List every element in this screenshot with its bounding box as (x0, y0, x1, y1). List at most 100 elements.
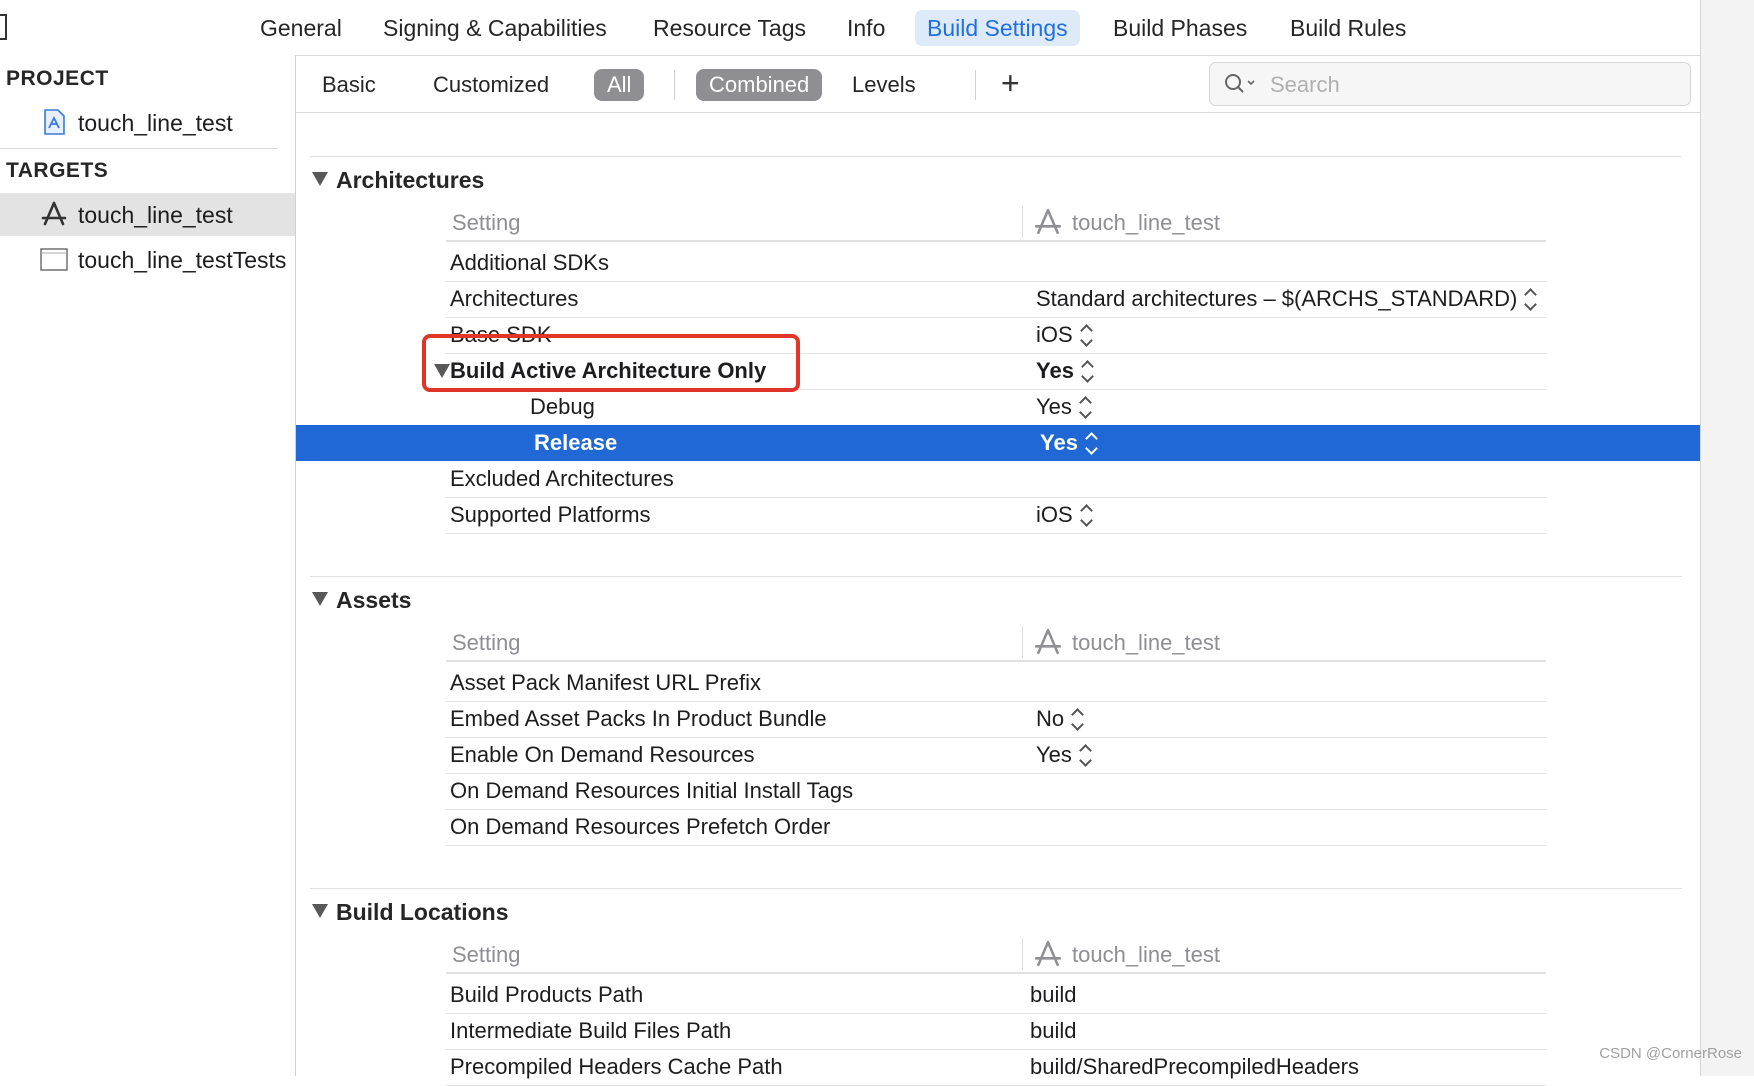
popup-stepper-icon (1525, 289, 1537, 311)
sidebar-divider (0, 148, 278, 149)
sidebar-item-target-app[interactable]: touch_line_test (0, 193, 295, 236)
setting-name: Embed Asset Packs In Product Bundle (450, 706, 827, 731)
search-icon (1225, 74, 1255, 93)
setting-name: Intermediate Build Files Path (450, 1018, 732, 1043)
column-header-row: Setting touch_line_test (446, 936, 1546, 974)
search-field[interactable]: Search (1209, 62, 1691, 106)
setting-value-popup[interactable]: Yes (1036, 742, 1092, 768)
setting-name: Build Products Path (450, 982, 644, 1007)
sidebar-item-project[interactable]: touch_line_test (0, 101, 295, 144)
column-header-setting: Setting (452, 630, 521, 655)
filter-basic[interactable]: Basic (309, 69, 389, 101)
setting-value-popup[interactable]: Yes (1040, 430, 1098, 456)
tab-build-rules[interactable]: Build Rules (1278, 10, 1418, 46)
targets-header: TARGETS (6, 159, 109, 182)
section-title-assets: Assets (336, 587, 412, 613)
settings-filter-bar: Basic Customized All Combined Levels + S… (296, 55, 1700, 113)
setting-value-popup[interactable]: Standard architectures – $(ARCHS_STANDAR… (1036, 286, 1537, 312)
setting-value: Yes (1040, 430, 1078, 455)
popup-stepper-icon (1080, 745, 1092, 767)
setting-value-popup[interactable]: Yes (1036, 394, 1092, 420)
watermark: CSDN @CornerRose (1599, 1045, 1742, 1062)
sidebar-item-label: touch_line_test (78, 110, 233, 136)
configuration-name: Release (534, 430, 618, 455)
setting-value-popup[interactable]: No (1036, 706, 1084, 732)
setting-value-popup[interactable]: iOS (1036, 502, 1093, 528)
disclosure-triangle-icon[interactable] (312, 172, 328, 186)
tab-info[interactable]: Info (835, 10, 897, 46)
column-header-setting: Setting (452, 942, 521, 967)
setting-row[interactable]: Excluded Architectures (446, 461, 1546, 498)
setting-row[interactable]: Embed Asset Packs In Product Bundle No (446, 701, 1546, 738)
app-target-icon (41, 201, 67, 226)
filter-customized[interactable]: Customized (420, 69, 562, 101)
setting-value-popup[interactable]: iOS (1036, 322, 1093, 348)
section-divider (310, 888, 1682, 889)
test-bundle-icon (40, 248, 68, 271)
popup-stepper-icon (1082, 361, 1094, 383)
sidebar-item-label: touch_line_test (78, 202, 233, 228)
setting-row[interactable]: Asset Pack Manifest URL Prefix (446, 665, 1546, 702)
column-header-target: touch_line_test (1072, 942, 1220, 967)
tab-signing-capabilities[interactable]: Signing & Capabilities (371, 10, 619, 46)
sidebar-item-target-tests[interactable]: touch_line_testTests (0, 238, 295, 281)
setting-row[interactable]: Enable On Demand Resources Yes (446, 737, 1546, 774)
column-header-row: Setting touch_line_test (446, 204, 1546, 242)
setting-value: Yes (1036, 358, 1074, 383)
setting-row[interactable]: Additional SDKs (446, 245, 1546, 282)
setting-value[interactable]: build (1030, 982, 1076, 1008)
app-target-icon (1034, 628, 1062, 654)
project-header: PROJECT (6, 67, 109, 90)
disclosure-triangle-icon[interactable] (312, 592, 328, 606)
sidebar-item-label: touch_line_testTests (78, 247, 287, 273)
app-target-icon (1034, 208, 1062, 234)
section-divider (310, 576, 1682, 577)
setting-row-config[interactable]: Debug Yes (446, 389, 1546, 426)
setting-value: Yes (1036, 394, 1072, 419)
setting-name: Asset Pack Manifest URL Prefix (450, 670, 761, 695)
setting-value: Standard architectures – $(ARCHS_STANDAR… (1036, 286, 1518, 311)
column-divider (1022, 626, 1023, 658)
setting-value[interactable]: build (1030, 1018, 1076, 1044)
setting-row[interactable]: Architectures Standard architectures – $… (446, 281, 1546, 318)
setting-row[interactable]: Intermediate Build Files Path build (446, 1013, 1546, 1050)
section-divider (310, 156, 1682, 157)
search-placeholder: Search (1270, 72, 1340, 97)
tab-build-phases[interactable]: Build Phases (1101, 10, 1259, 46)
setting-value: iOS (1036, 502, 1073, 527)
top-tab-bar: General Signing & Capabilities Resource … (0, 0, 1700, 56)
setting-value: iOS (1036, 322, 1073, 347)
annotation-highlight (422, 334, 800, 392)
filter-divider (975, 70, 976, 100)
popup-stepper-icon (1081, 505, 1093, 527)
filter-levels[interactable]: Levels (839, 69, 929, 101)
add-setting-button[interactable]: + (1001, 67, 1020, 99)
popup-stepper-icon (1080, 397, 1092, 419)
inspector-edge (1700, 0, 1754, 1076)
setting-row-selected[interactable]: Release Yes (296, 425, 1700, 461)
tab-general[interactable]: General (248, 10, 354, 46)
setting-value: No (1036, 706, 1065, 731)
setting-row[interactable]: On Demand Resources Initial Install Tags (446, 773, 1546, 810)
project-navigator: PROJECT touch_line_test TARGETS touch_li… (0, 55, 296, 1076)
column-header-target: touch_line_test (1072, 210, 1220, 235)
setting-row[interactable]: Build Products Path build (446, 977, 1546, 1014)
disclosure-triangle-icon[interactable] (312, 904, 328, 918)
setting-value-popup[interactable]: Yes (1036, 358, 1094, 384)
setting-value: Yes (1036, 742, 1072, 767)
setting-value[interactable]: build/SharedPrecompiledHeaders (1030, 1054, 1359, 1080)
filter-combined[interactable]: Combined (696, 69, 823, 101)
tab-build-settings[interactable]: Build Settings (915, 10, 1080, 46)
sidebar-toggle-edge[interactable] (0, 14, 7, 40)
column-header-setting: Setting (452, 210, 521, 235)
popup-stepper-icon (1081, 325, 1093, 347)
setting-row[interactable]: Supported Platforms iOS (446, 497, 1546, 534)
section-title-build-locations: Build Locations (336, 899, 509, 925)
setting-row[interactable]: Precompiled Headers Cache Path build/Sha… (446, 1049, 1546, 1086)
section-title-architectures: Architectures (336, 167, 485, 193)
filter-divider (674, 70, 675, 100)
setting-name: Additional SDKs (450, 250, 609, 275)
setting-row[interactable]: On Demand Resources Prefetch Order (446, 809, 1546, 846)
filter-all[interactable]: All (594, 69, 645, 101)
tab-resource-tags[interactable]: Resource Tags (641, 10, 818, 46)
